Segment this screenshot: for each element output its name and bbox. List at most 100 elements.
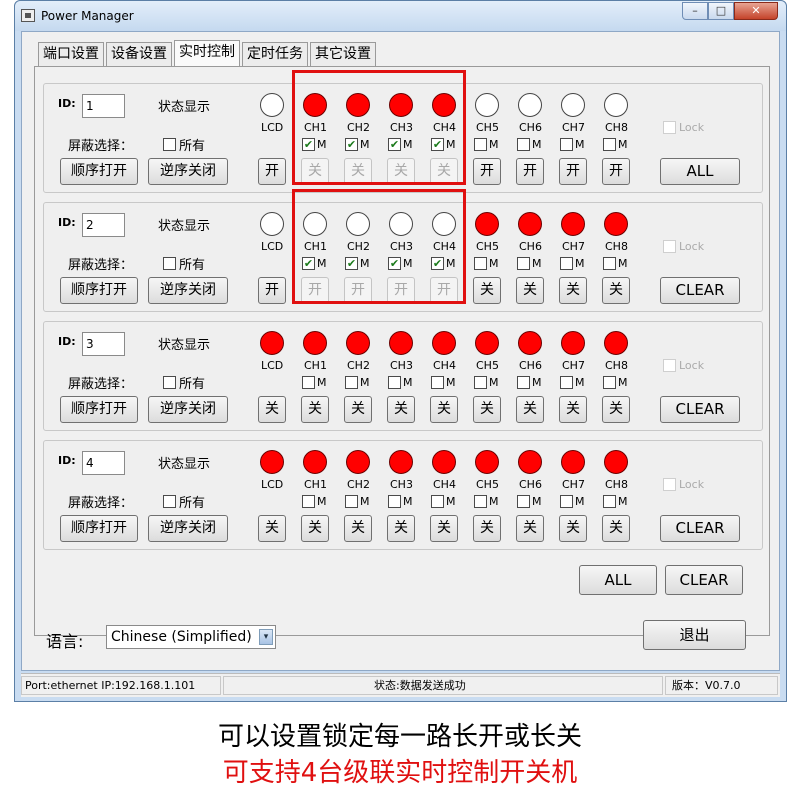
id-input[interactable]: 1 xyxy=(82,94,125,118)
lcd-toggle-button[interactable]: 关 xyxy=(258,515,286,542)
ch6-toggle-button[interactable]: 关 xyxy=(516,396,544,423)
ch4-toggle-button[interactable]: 关 xyxy=(430,515,458,542)
all-checkbox[interactable] xyxy=(163,138,176,151)
sequential-open-button[interactable]: 顺序打开 xyxy=(60,158,138,185)
ch8-mask-checkbox[interactable] xyxy=(603,138,616,151)
ch8-toggle-button[interactable]: 关 xyxy=(602,396,630,423)
ch6-toggle-button[interactable]: 关 xyxy=(516,515,544,542)
lock-checkbox[interactable] xyxy=(663,240,676,253)
ch1-mask-checkbox[interactable] xyxy=(302,495,315,508)
ch8-mask-checkbox[interactable] xyxy=(603,376,616,389)
ch7-toggle-button[interactable]: 开 xyxy=(559,158,587,185)
mask-select-label: 屏蔽选择： xyxy=(68,139,134,154)
ch7-mask-checkbox[interactable] xyxy=(560,257,573,270)
ch3-toggle-button[interactable]: 关 xyxy=(387,396,415,423)
ch8-mask-checkbox[interactable] xyxy=(603,495,616,508)
ch5-toggle-button[interactable]: 关 xyxy=(473,515,501,542)
ch5-mask-checkbox[interactable] xyxy=(474,495,487,508)
reverse-close-button[interactable]: 逆序关闭 xyxy=(148,515,228,542)
ch6-mask-checkbox[interactable] xyxy=(517,495,530,508)
group-clear-button[interactable]: CLEAR xyxy=(660,396,740,423)
group-clear-button[interactable]: CLEAR xyxy=(660,277,740,304)
ch3-mask-checkbox[interactable] xyxy=(388,376,401,389)
ch1-toggle-button[interactable]: 关 xyxy=(301,396,329,423)
ch5-toggle-button[interactable]: 关 xyxy=(473,277,501,304)
reverse-close-button[interactable]: 逆序关闭 xyxy=(148,158,228,185)
id-input[interactable]: 2 xyxy=(82,213,125,237)
ch3-mask-checkbox[interactable] xyxy=(388,495,401,508)
ch4-mask-checkbox[interactable] xyxy=(431,376,444,389)
reverse-close-button[interactable]: 逆序关闭 xyxy=(148,396,228,423)
ch1-mask-checkbox[interactable] xyxy=(302,376,315,389)
all-checkbox[interactable] xyxy=(163,257,176,270)
all-checkbox-label: 所有 xyxy=(179,139,206,154)
sequential-open-button[interactable]: 顺序打开 xyxy=(60,277,138,304)
lock-checkbox[interactable] xyxy=(663,359,676,372)
title-bar[interactable]: Power Manager – □ ✕ xyxy=(15,1,786,31)
ch6-toggle-button[interactable]: 开 xyxy=(516,158,544,185)
ch6-toggle-button[interactable]: 关 xyxy=(516,277,544,304)
ch7-toggle-button[interactable]: 关 xyxy=(559,277,587,304)
ch5-toggle-button[interactable]: 关 xyxy=(473,396,501,423)
ch2-toggle-button[interactable]: 关 xyxy=(344,396,372,423)
all-groups-clear-button[interactable]: CLEAR xyxy=(665,565,743,595)
lcd-toggle-button[interactable]: 开 xyxy=(258,158,286,185)
all-groups-all-button[interactable]: ALL xyxy=(579,565,657,595)
chevron-down-icon[interactable]: ▾ xyxy=(259,629,273,645)
ch1-toggle-button[interactable]: 关 xyxy=(301,515,329,542)
language-select[interactable]: Chinese (Simplified) ▾ xyxy=(106,625,276,649)
ch8-toggle-button[interactable]: 开 xyxy=(602,158,630,185)
lock-checkbox[interactable] xyxy=(663,121,676,134)
ch6-mask-checkbox[interactable] xyxy=(517,376,530,389)
ch5-mask-label: M xyxy=(489,257,499,270)
ch7-toggle-button[interactable]: 关 xyxy=(559,515,587,542)
ch2-mask-checkbox[interactable] xyxy=(345,495,358,508)
sequential-open-button[interactable]: 顺序打开 xyxy=(60,396,138,423)
ch5-mask-checkbox[interactable] xyxy=(474,376,487,389)
group-all-button[interactable]: ALL xyxy=(660,158,740,185)
minimize-button[interactable]: – xyxy=(682,2,708,20)
lcd-toggle-button[interactable]: 关 xyxy=(258,396,286,423)
ch7-toggle-button[interactable]: 关 xyxy=(559,396,587,423)
id-input[interactable]: 3 xyxy=(82,332,125,356)
ch6-label: CH6 xyxy=(519,240,542,253)
lcd-status-led xyxy=(260,450,284,474)
all-checkbox[interactable] xyxy=(163,495,176,508)
ch5-mask-checkbox[interactable] xyxy=(474,257,487,270)
ch6-mask-checkbox[interactable] xyxy=(517,257,530,270)
ch3-toggle-button[interactable]: 关 xyxy=(387,515,415,542)
sequential-open-button[interactable]: 顺序打开 xyxy=(60,515,138,542)
ch7-mask-checkbox[interactable] xyxy=(560,138,573,151)
tab-realtime-control[interactable]: 实时控制 xyxy=(174,40,240,66)
ch2-mask-checkbox[interactable] xyxy=(345,376,358,389)
group-clear-button[interactable]: CLEAR xyxy=(660,515,740,542)
ch4-toggle-button[interactable]: 关 xyxy=(430,396,458,423)
id-input[interactable]: 4 xyxy=(82,451,125,475)
ch7-mask-checkbox[interactable] xyxy=(560,376,573,389)
ch2-toggle-button[interactable]: 关 xyxy=(344,515,372,542)
maximize-button[interactable]: □ xyxy=(708,2,734,20)
ch5-mask-checkbox[interactable] xyxy=(474,138,487,151)
close-button[interactable]: ✕ xyxy=(734,2,778,20)
ch5-status-led xyxy=(475,93,499,117)
ch8-toggle-button[interactable]: 关 xyxy=(602,277,630,304)
tab-port-settings[interactable]: 端口设置 xyxy=(38,42,104,66)
ch5-toggle-button[interactable]: 开 xyxy=(473,158,501,185)
reverse-close-button[interactable]: 逆序关闭 xyxy=(148,277,228,304)
tab-device-settings[interactable]: 设备设置 xyxy=(106,42,172,66)
ch7-status-led xyxy=(561,331,585,355)
ch1-status-led xyxy=(303,331,327,355)
status-display-label: 状态显示 xyxy=(158,219,211,234)
exit-button[interactable]: 退出 xyxy=(643,620,746,650)
lock-checkbox[interactable] xyxy=(663,478,676,491)
tab-scheduled-tasks[interactable]: 定时任务 xyxy=(242,42,308,66)
ch4-mask-checkbox[interactable] xyxy=(431,495,444,508)
lcd-toggle-button[interactable]: 开 xyxy=(258,277,286,304)
all-checkbox[interactable] xyxy=(163,376,176,389)
tab-other-settings[interactable]: 其它设置 xyxy=(310,42,376,66)
ch7-mask-checkbox[interactable] xyxy=(560,495,573,508)
ch8-toggle-button[interactable]: 关 xyxy=(602,515,630,542)
ch8-mask-checkbox[interactable] xyxy=(603,257,616,270)
ch4-mask-label: M xyxy=(446,495,456,508)
ch6-mask-checkbox[interactable] xyxy=(517,138,530,151)
